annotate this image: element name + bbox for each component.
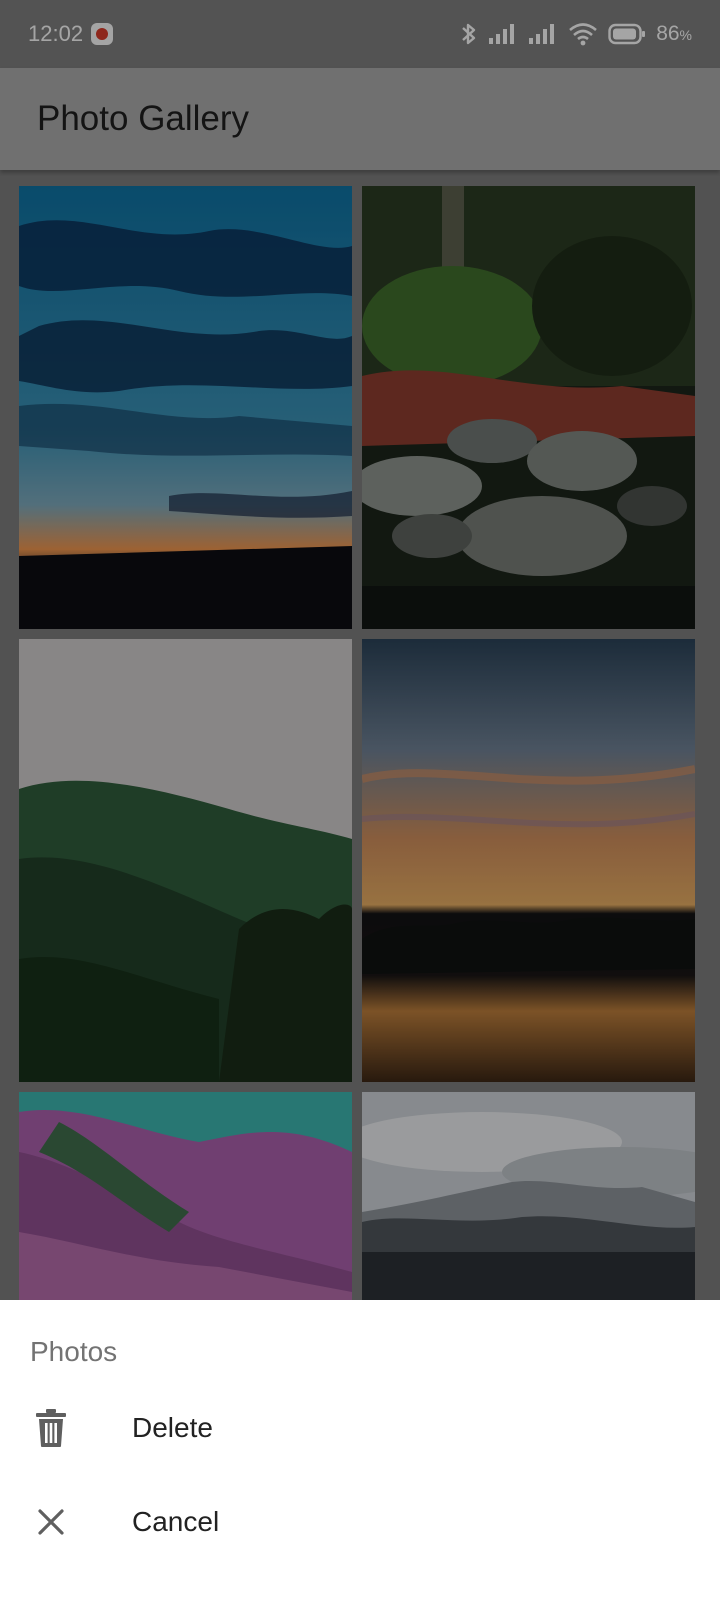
bluetooth-icon	[460, 22, 478, 46]
photo-thumbnail[interactable]	[19, 1092, 352, 1300]
photo-thumbnail[interactable]	[19, 639, 352, 1082]
app-notification-icon	[91, 23, 114, 45]
photo-thumbnail[interactable]	[362, 1092, 695, 1300]
sheet-title: Photos	[30, 1336, 118, 1367]
trash-icon	[32, 1407, 70, 1449]
cancel-button[interactable]: Cancel	[0, 1474, 720, 1570]
photo-thumbnail[interactable]	[362, 186, 695, 629]
close-icon	[32, 1501, 70, 1543]
photo-thumbnail[interactable]	[362, 639, 695, 1082]
photo-grid	[0, 170, 720, 1300]
status-bar: 12:02 86%	[0, 0, 720, 68]
wifi-icon	[568, 22, 598, 46]
photo-thumbnail[interactable]	[19, 186, 352, 629]
signal-icon	[528, 23, 558, 45]
battery-percent: 86%	[656, 22, 692, 45]
delete-button[interactable]: Delete	[0, 1380, 720, 1476]
bottom-sheet: Photos Delete Cancel	[0, 1300, 720, 1600]
page-title: Photo Gallery	[37, 99, 250, 138]
status-right: 86%	[460, 22, 692, 46]
cancel-label: Cancel	[132, 1506, 220, 1537]
delete-label: Delete	[132, 1412, 213, 1443]
app-bar: Photo Gallery	[0, 68, 720, 170]
status-time: 12:02	[28, 21, 84, 46]
signal-icon	[488, 23, 518, 45]
battery-icon	[608, 23, 646, 45]
status-left: 12:02	[28, 21, 114, 47]
